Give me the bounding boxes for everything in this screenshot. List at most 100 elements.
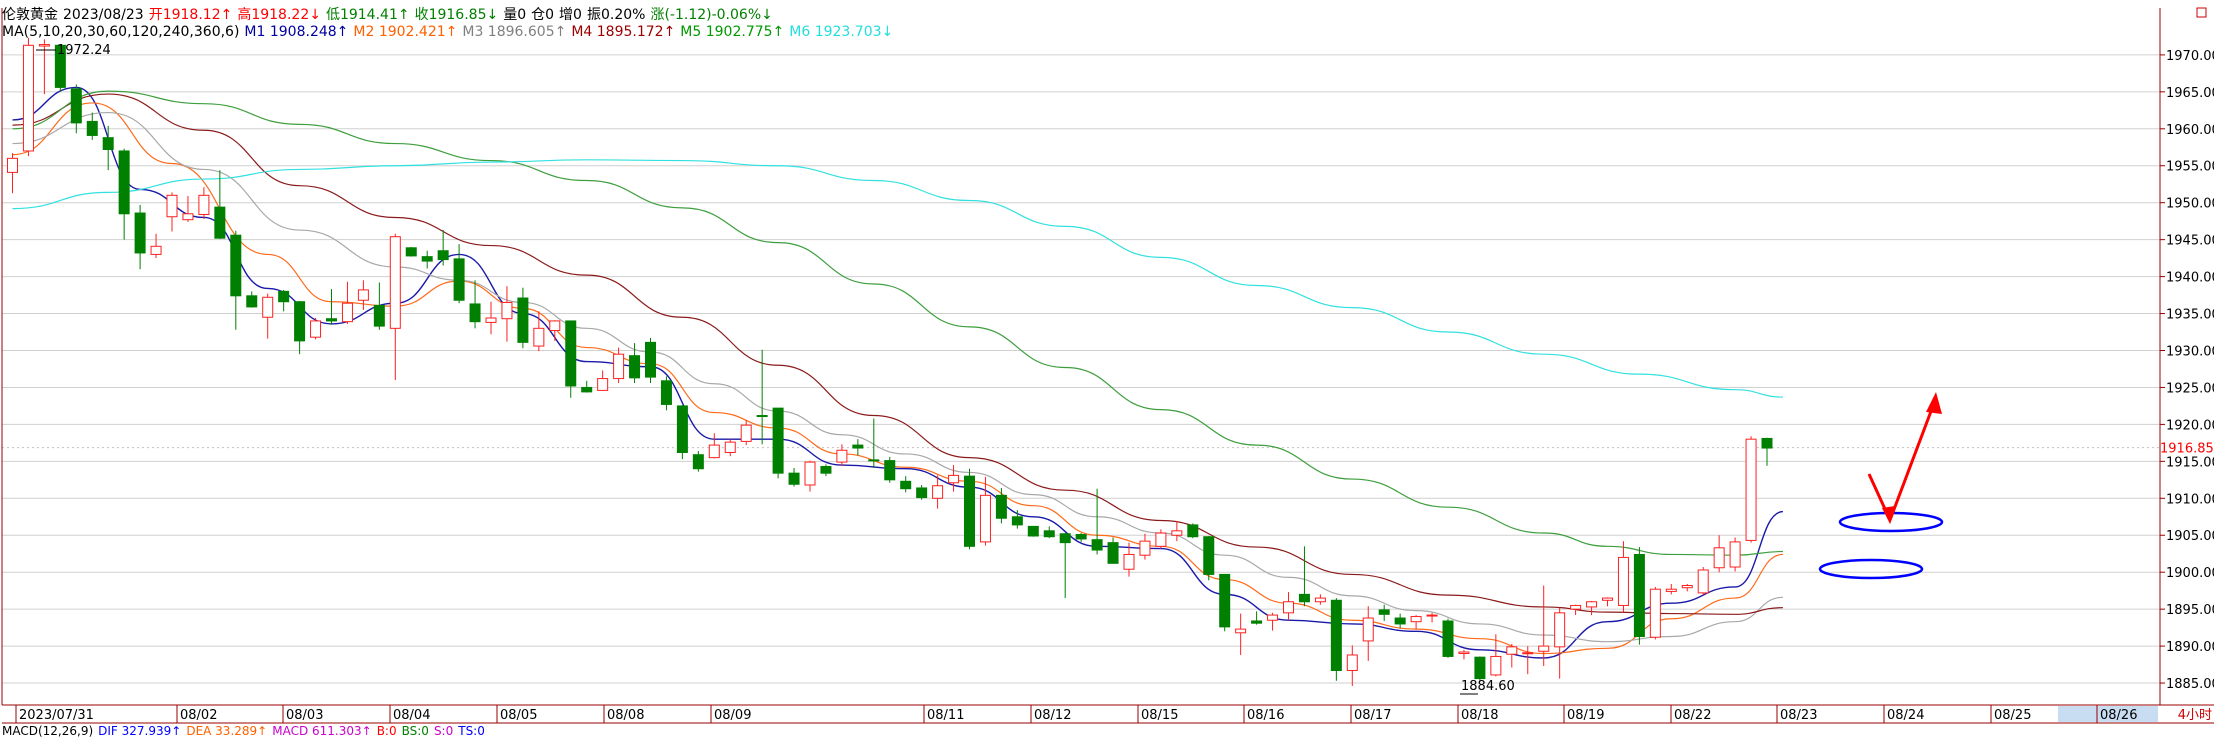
candle — [134, 204, 146, 270]
candle-body — [629, 355, 641, 379]
support-ellipse-lower — [1818, 558, 1924, 580]
candle — [1602, 597, 1613, 607]
candle — [1107, 537, 1119, 564]
y-tick-label: 1940.00 — [2166, 271, 2214, 286]
candle — [597, 370, 609, 391]
candle — [979, 476, 991, 546]
candle-body — [788, 472, 800, 485]
candle — [7, 153, 18, 194]
candle-body — [469, 303, 481, 323]
candle-body — [1602, 597, 1613, 601]
candle-body — [198, 194, 210, 216]
x-tick-label: 08/04 — [393, 708, 430, 723]
candle — [246, 291, 258, 308]
candle — [294, 300, 306, 355]
ma-line-m2 — [12, 102, 1783, 655]
candle — [421, 250, 433, 269]
candle-body — [1011, 516, 1023, 526]
y-tick-label: 1935.00 — [2166, 308, 2214, 323]
candle — [1330, 598, 1342, 681]
candle-body — [485, 317, 497, 323]
candle — [1617, 541, 1629, 613]
y-tick-label: 1895.00 — [2166, 603, 2214, 618]
high-label: 1972.24 — [57, 43, 111, 58]
candle — [1586, 601, 1598, 616]
candle — [182, 196, 194, 222]
candle-body — [230, 234, 242, 297]
candle — [804, 460, 816, 492]
y-tick-label: 1920.00 — [2166, 418, 2214, 433]
projection-arrow — [1867, 397, 1938, 524]
candle — [1155, 529, 1167, 549]
x-tick-label: 08/12 — [1034, 708, 1071, 723]
candle-body — [118, 150, 130, 215]
candle-body — [772, 407, 784, 474]
y-axis: 1885.00 1890.00 1895.00 1900.00 1905.00 1910.… — [2160, 49, 2214, 692]
candle-body — [676, 405, 688, 453]
candle-body — [932, 485, 944, 499]
candle — [613, 347, 625, 384]
candle — [278, 289, 290, 312]
candle-body — [278, 290, 290, 303]
x-tick-label: 08/16 — [1247, 708, 1284, 723]
candle — [166, 192, 178, 232]
candle-body — [405, 247, 417, 257]
candle — [916, 484, 928, 500]
candle — [1458, 649, 1470, 660]
candle-body — [884, 460, 896, 481]
candle — [868, 418, 880, 468]
candle-body — [517, 297, 529, 343]
candle — [1011, 510, 1023, 529]
ma-line-m3 — [12, 111, 1783, 643]
candle — [1251, 611, 1263, 625]
candle-body — [70, 88, 82, 124]
candle — [405, 247, 417, 257]
candle — [645, 337, 656, 384]
y-tick-label: 1965.00 — [2166, 86, 2214, 101]
candle-body — [1283, 601, 1294, 614]
candle — [581, 380, 593, 393]
candle-body — [868, 459, 880, 462]
candle — [1506, 643, 1518, 668]
candle-body — [86, 120, 98, 136]
candlestick-chart[interactable]: 1885.00 1890.00 1895.00 1900.00 1905.00 1910.… — [0, 0, 2214, 733]
candle — [1697, 567, 1709, 596]
candle-body — [294, 301, 306, 342]
x-axis: 2023/07/31 08/02 08/03 08/04 08/05 08/08 08/09… — [15, 705, 2137, 723]
candle-body — [756, 415, 768, 418]
y-tick-label: 1910.00 — [2166, 492, 2214, 507]
candle — [1474, 656, 1486, 682]
candle-body — [1235, 628, 1247, 634]
candle-body — [1522, 652, 1534, 655]
y-tick-label: 1955.00 — [2166, 160, 2214, 175]
candle — [357, 280, 369, 310]
candle — [708, 433, 720, 459]
candle-body — [549, 320, 561, 332]
candle — [326, 289, 337, 325]
x-tick-label: 08/18 — [1461, 708, 1498, 723]
candle-body — [246, 295, 258, 308]
candle — [517, 287, 529, 349]
candle — [262, 293, 274, 339]
candle-body — [1043, 530, 1055, 538]
candle — [692, 451, 704, 472]
y-tick-label: 1925.00 — [2166, 381, 2214, 396]
candle-body — [900, 480, 912, 490]
candle-body — [1139, 540, 1151, 556]
candle-body — [134, 212, 146, 254]
candle-body — [1171, 530, 1183, 536]
candle — [1075, 533, 1087, 542]
last-price: 1916.85 — [2160, 442, 2214, 457]
x-tick-label: 08/25 — [1994, 708, 2031, 723]
y-tick-label: 1960.00 — [2166, 123, 2214, 138]
candle — [1283, 592, 1294, 621]
candle — [437, 230, 449, 266]
candle — [1745, 436, 1757, 543]
candle-body — [724, 441, 736, 453]
candle-body — [804, 461, 816, 486]
candle-body — [1729, 541, 1741, 568]
candle — [1729, 537, 1741, 572]
x-tick-label: 2023/07/31 — [19, 708, 94, 723]
candle — [1059, 533, 1071, 599]
candle-body — [1267, 614, 1279, 621]
